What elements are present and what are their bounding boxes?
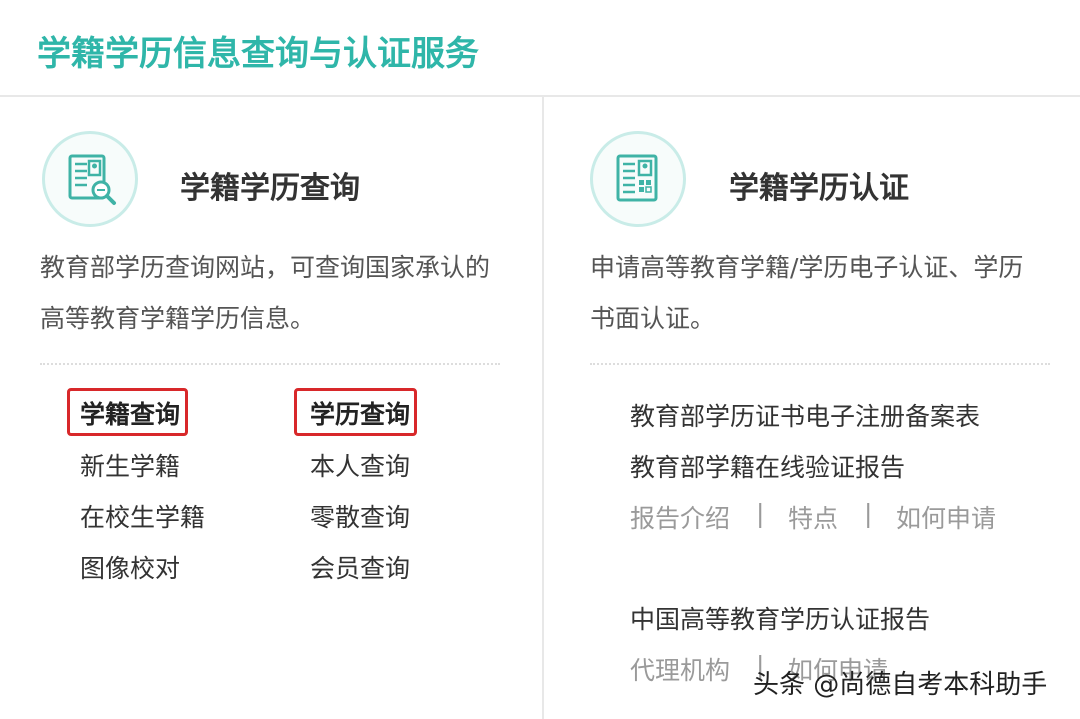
- link-student-status-query[interactable]: 学籍查询: [80, 395, 180, 431]
- link-single-query[interactable]: 零散查询: [310, 498, 410, 534]
- link-report-intro[interactable]: 报告介绍: [630, 499, 730, 535]
- query-panel: 学籍学历查询 教育部学历查询网站，可查询国家承认的 高等教育学籍学历信息。 学籍…: [0, 97, 542, 719]
- link-student-status-online-report[interactable]: 教育部学籍在线验证报告: [630, 448, 905, 484]
- separator: |: [756, 499, 765, 528]
- link-degree-certification-report[interactable]: 中国高等教育学历认证报告: [630, 600, 930, 636]
- certification-panel-description: 申请高等教育学籍/学历电子认证、学历 书面认证。: [590, 242, 1060, 344]
- query-panel-description: 教育部学历查询网站，可查询国家承认的 高等教育学籍学历信息。: [40, 242, 510, 344]
- link-current-student-status[interactable]: 在校生学籍: [80, 498, 205, 534]
- link-agency[interactable]: 代理机构: [630, 651, 730, 687]
- desc-line-1: 教育部学历查询网站，可查询国家承认的: [40, 253, 491, 282]
- dotted-divider: [40, 363, 500, 365]
- link-member-query[interactable]: 会员查询: [310, 549, 410, 585]
- certification-panel-title: 学籍学历认证: [729, 171, 909, 206]
- link-new-student-status[interactable]: 新生学籍: [80, 447, 180, 483]
- query-panel-title: 学籍学历查询: [180, 171, 360, 206]
- dotted-divider: [590, 363, 1050, 365]
- page-header: 学籍学历信息查询与认证服务: [0, 0, 1080, 97]
- page-title: 学籍学历信息查询与认证服务: [37, 34, 479, 74]
- separator: |: [864, 499, 873, 528]
- link-degree-query[interactable]: 学历查询: [310, 395, 410, 431]
- desc-line-1: 申请高等教育学籍/学历电子认证、学历: [590, 253, 1024, 282]
- link-self-query[interactable]: 本人查询: [310, 447, 410, 483]
- link-image-verification[interactable]: 图像校对: [80, 549, 180, 585]
- link-how-to-apply[interactable]: 如何申请: [896, 499, 996, 535]
- watermark-text: 头条 @尚德自考本科助手: [753, 670, 1048, 700]
- link-degree-certificate-registration[interactable]: 教育部学历证书电子注册备案表: [630, 397, 980, 433]
- document-search-icon: [42, 131, 138, 227]
- document-qr-icon: [590, 131, 686, 227]
- certification-panel: 学籍学历认证 申请高等教育学籍/学历电子认证、学历 书面认证。 教育部学历证书电…: [544, 97, 1080, 719]
- desc-line-2: 书面认证。: [590, 304, 716, 333]
- desc-line-2: 高等教育学籍学历信息。: [40, 304, 316, 333]
- link-features[interactable]: 特点: [788, 499, 838, 535]
